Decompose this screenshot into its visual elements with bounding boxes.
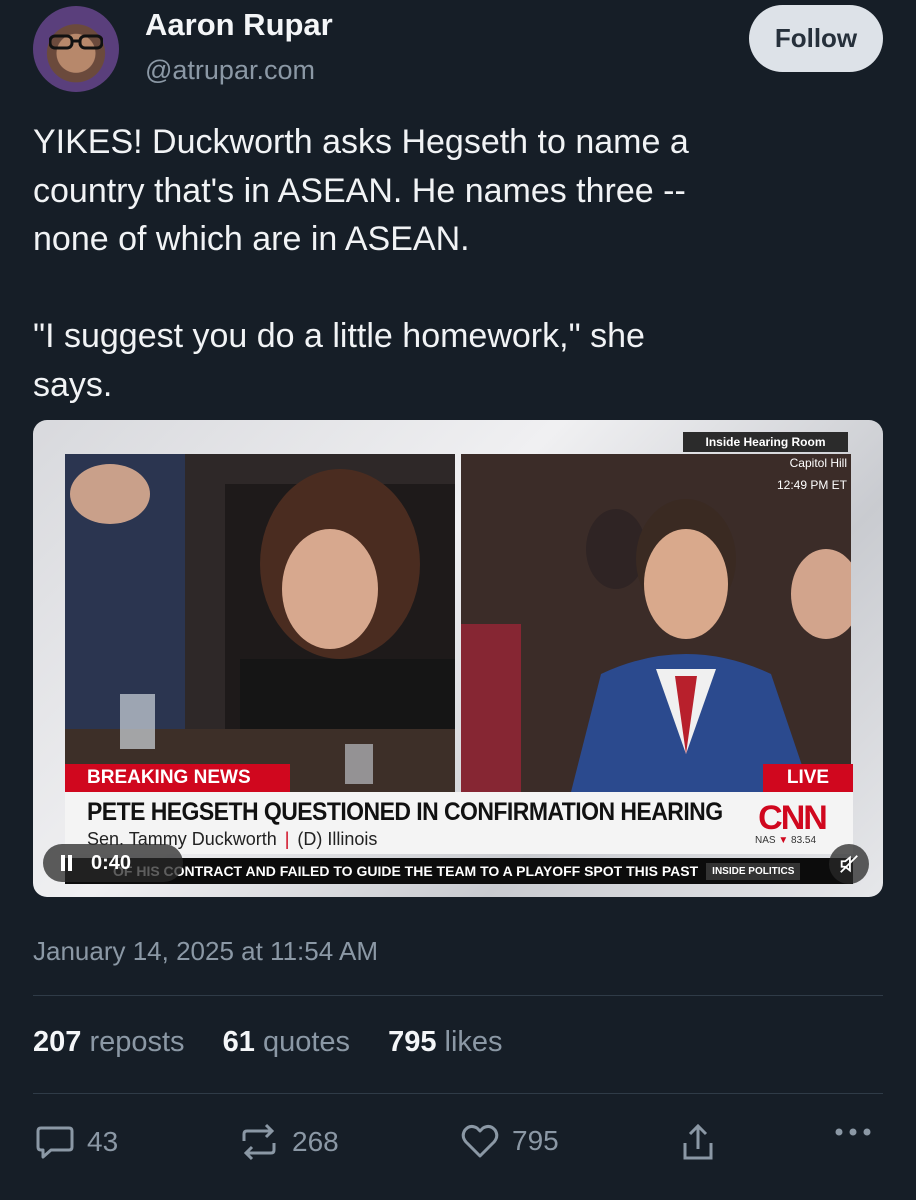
reply-icon xyxy=(36,1126,74,1159)
post-text: YIKES! Duckworth asks Hegseth to name a … xyxy=(33,123,689,404)
avatar[interactable] xyxy=(33,6,119,92)
post-timestamp[interactable]: January 14, 2025 at 11:54 AM xyxy=(33,936,378,967)
location-sub: Capitol Hill xyxy=(789,456,847,470)
market-value: 83.54 xyxy=(791,835,817,846)
likes-stat[interactable]: 795 likes xyxy=(388,1026,502,1059)
market-ticker: NAS ▼ 83.54 xyxy=(755,835,816,846)
quotes-count: 61 xyxy=(222,1026,255,1058)
heart-icon xyxy=(461,1124,499,1158)
reply-count: 43 xyxy=(87,1126,119,1157)
like-count: 795 xyxy=(512,1125,559,1156)
share-icon xyxy=(683,1123,713,1160)
quotes-label: quotes xyxy=(262,1026,351,1058)
more-icon xyxy=(835,1128,871,1136)
chyron-headline: PETE HEGSETH QUESTIONED IN CONFIRMATION … xyxy=(87,798,723,826)
chyron-separator: | xyxy=(284,829,290,849)
engagement-stats: 207 reposts 61 quotes 795 likes xyxy=(33,1026,533,1059)
mute-button[interactable] xyxy=(829,844,869,884)
chyron: PETE HEGSETH QUESTIONED IN CONFIRMATION … xyxy=(65,792,853,854)
like-button[interactable]: 795 xyxy=(460,1123,559,1159)
market-label: NAS xyxy=(755,835,776,846)
video-elapsed-time: 0:40 xyxy=(91,851,132,874)
chyron-party: (D) Illinois xyxy=(297,829,378,849)
news-ticker: OF HIS CONTRACT AND FAILED TO GUIDE THE … xyxy=(65,858,853,884)
share-button[interactable] xyxy=(680,1123,716,1163)
video-frame-duckworth xyxy=(65,454,455,792)
live-badge: LIVE xyxy=(763,764,853,792)
likes-count: 795 xyxy=(388,1026,437,1058)
pause-button[interactable]: 0:40 xyxy=(43,844,183,882)
muted-speaker-icon xyxy=(840,855,858,873)
reply-button[interactable]: 43 xyxy=(35,1123,118,1161)
action-bar: 43 268 795 xyxy=(0,1115,916,1175)
more-options-button[interactable] xyxy=(834,1125,872,1143)
broadcast-time: 12:49 PM ET xyxy=(776,478,847,492)
ticker-tag: INSIDE POLITICS xyxy=(706,862,801,880)
hegseth-scene xyxy=(461,454,851,792)
reposts-label: reposts xyxy=(89,1026,185,1058)
repost-icon xyxy=(242,1123,276,1161)
author-handle[interactable]: @atrupar.com xyxy=(145,55,315,86)
likes-label: likes xyxy=(444,1026,503,1058)
post-header: Aaron Rupar @atrupar.com Follow xyxy=(0,0,916,100)
reposts-stat[interactable]: 207 reposts xyxy=(33,1026,185,1059)
follow-button[interactable]: Follow xyxy=(749,5,883,72)
author-name[interactable]: Aaron Rupar xyxy=(145,7,333,43)
glasses-icon xyxy=(49,34,103,50)
reposts-count: 207 xyxy=(33,1026,82,1058)
location-tag: Inside Hearing Room xyxy=(683,432,848,452)
video-player[interactable]: Inside Hearing Room Capitol Hill 12:49 P… xyxy=(33,420,883,897)
repost-button[interactable]: 268 xyxy=(238,1123,339,1161)
duckworth-scene xyxy=(65,454,455,792)
video-frame-hegseth xyxy=(461,454,851,792)
breaking-news-banner: BREAKING NEWS xyxy=(65,764,290,792)
divider xyxy=(33,1093,883,1094)
cnn-logo: CNN xyxy=(758,798,828,837)
divider xyxy=(33,995,883,996)
pause-icon xyxy=(61,855,73,871)
repost-count: 268 xyxy=(292,1126,339,1157)
quotes-stat[interactable]: 61 quotes xyxy=(223,1026,350,1059)
market-down-icon: ▼ xyxy=(778,835,789,846)
